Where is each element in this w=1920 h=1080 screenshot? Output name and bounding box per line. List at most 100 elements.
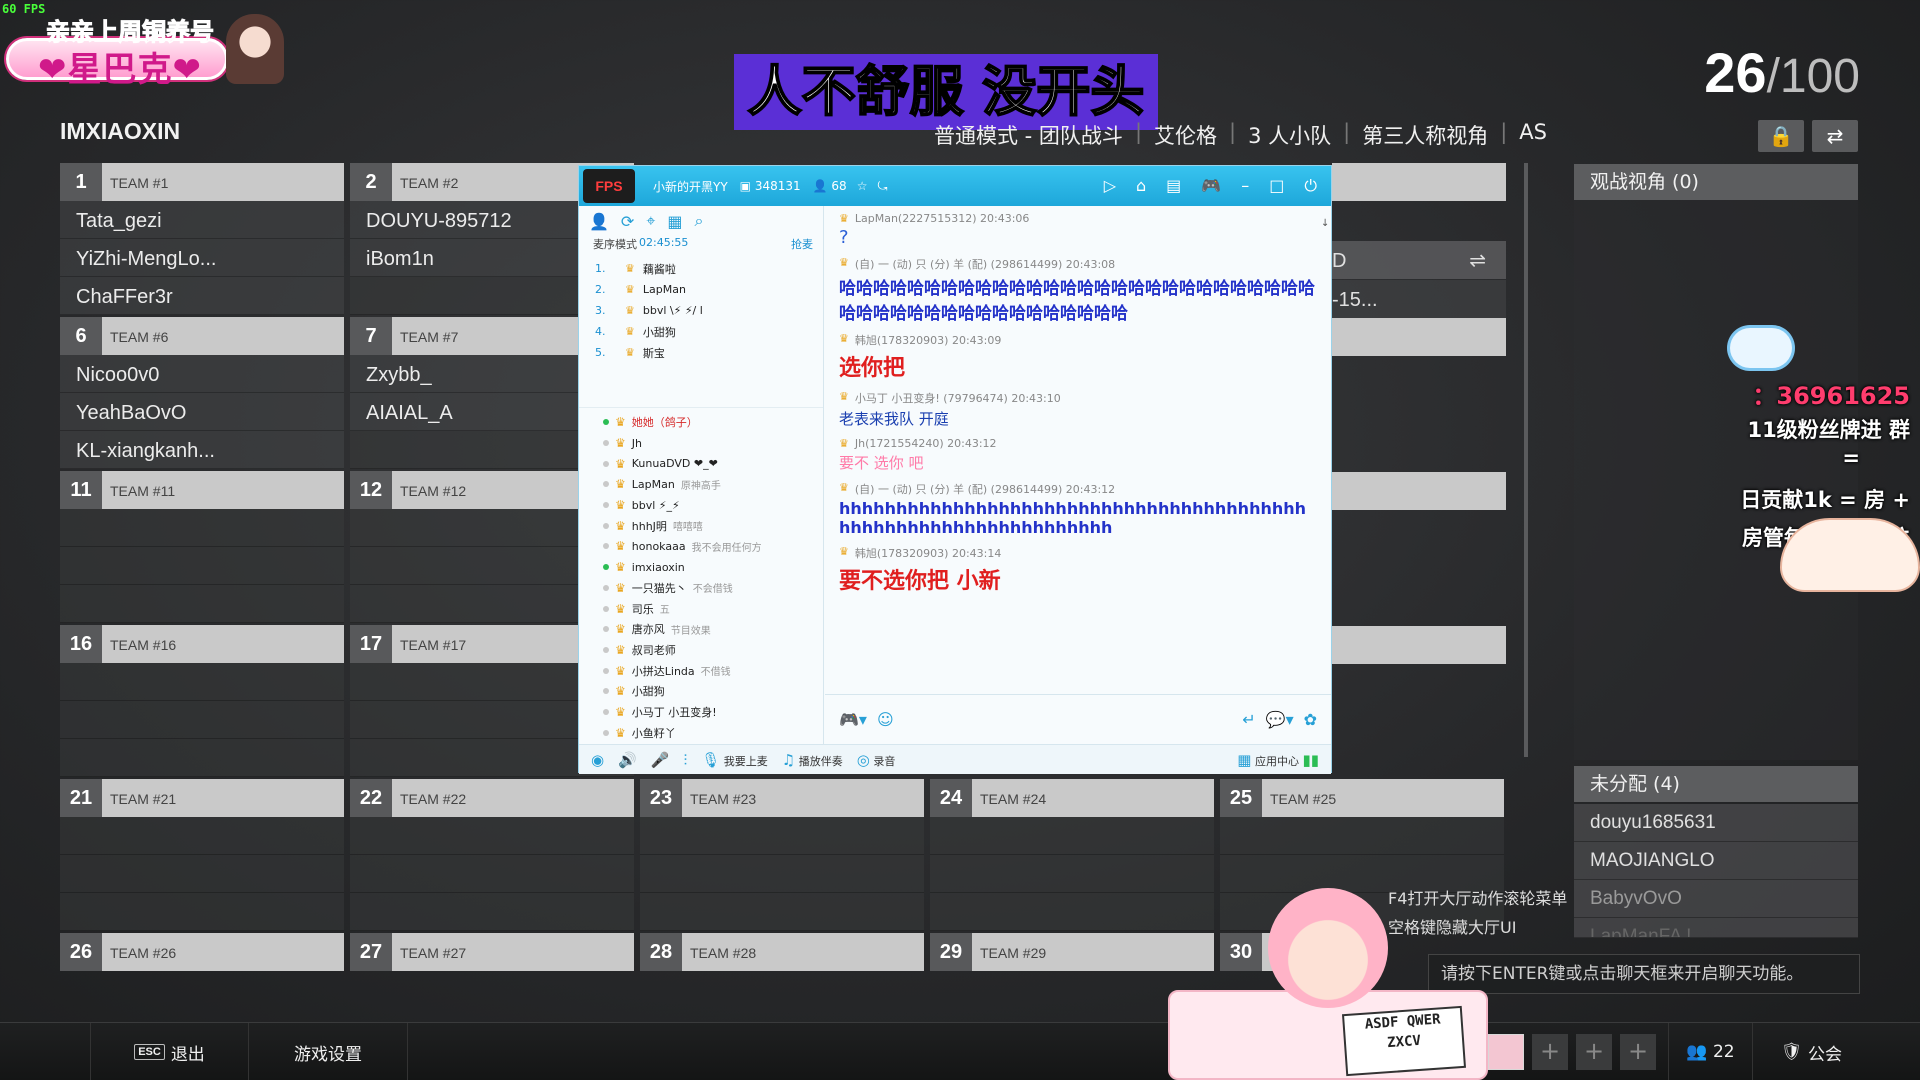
member-item[interactable]: ♛ 小甜狗 [579, 681, 823, 702]
maximize-icon[interactable]: □ [1269, 176, 1284, 196]
unassigned-player[interactable]: BabyvOvO [1574, 880, 1858, 918]
spectator-header[interactable]: 观战视角 (0) [1574, 164, 1858, 200]
lobby-chat-input[interactable]: 请按下ENTER键或点击聊天框来开启聊天功能。 [1428, 954, 1860, 994]
effects-icon[interactable]: ☺ [877, 710, 894, 729]
mic-icon[interactable]: 🎤 [651, 751, 670, 769]
gamepad-icon[interactable]: 🎮 [1201, 176, 1221, 196]
location-icon[interactable]: ⌖ [646, 211, 655, 231]
invite-slot[interactable]: + [1532, 1034, 1568, 1070]
member-item[interactable]: ♛ 她她（鸽子） [579, 412, 823, 433]
join-mic-button[interactable]: 🎙 我要上麦 [701, 751, 768, 769]
member-item[interactable]: ♛ 小拼达Linda 不借钱 [579, 660, 823, 681]
member-item[interactable]: ♛ honokaaa 我不会用任何方 [579, 536, 823, 557]
empty-player-slot[interactable] [60, 547, 344, 585]
mic-queue-item[interactable]: 3. ♛ bbvl \⚡ ⚡/ l [579, 300, 823, 321]
status-dot [603, 626, 609, 633]
crown-icon: ♛ [615, 477, 626, 492]
grid-scrollbar[interactable] [1524, 163, 1528, 757]
avatar-icon[interactable]: ◉ [591, 751, 604, 769]
board-icon[interactable]: ▤ [1166, 176, 1181, 196]
unassigned-player[interactable]: MAOJIANGLO [1574, 842, 1858, 880]
empty-player-slot[interactable] [640, 893, 924, 931]
crown-icon: ♛ [615, 663, 626, 678]
empty-player-slot[interactable] [1220, 817, 1504, 855]
clan-button[interactable]: 🛡 公会 [1752, 1023, 1870, 1080]
scroll-down-icon[interactable]: ↓ [1321, 218, 1329, 229]
flower-icon[interactable]: ✿ [1304, 710, 1317, 729]
speaker-icon[interactable]: 🔊 [618, 751, 637, 769]
queue-position: 5. [595, 346, 606, 359]
swap-button[interactable]: ⇄ [1812, 120, 1858, 152]
empty-player-slot[interactable] [60, 855, 344, 893]
team-player-slot[interactable]: YiZhi-MengLo... [60, 239, 344, 277]
empty-player-slot[interactable] [60, 701, 344, 739]
empty-player-slot[interactable] [60, 585, 344, 623]
user-icon[interactable]: 👤 [589, 212, 609, 231]
record-button[interactable]: ◎ 录音 [857, 751, 896, 769]
notes-icon[interactable]: ▦ [667, 212, 682, 231]
empty-player-slot[interactable] [60, 663, 344, 701]
star-icon[interactable]: ☆ [857, 179, 868, 193]
emoji-icon[interactable]: 💬▾ [1266, 710, 1294, 729]
empty-player-slot[interactable] [640, 855, 924, 893]
member-item[interactable]: ♛ 一只猫先丶 不会借钱 [579, 578, 823, 599]
team-5-slot-2[interactable]: -15... [1332, 280, 1506, 318]
invite-slot[interactable]: + [1620, 1034, 1656, 1070]
yy-titlebar[interactable]: FPS 小新的开黑YY ▣ 348131 👤 68 ☆ ⤿ ▷ ⌂ ▤ 🎮 – … [579, 166, 1331, 206]
app-center-button[interactable]: ▦ 应用中心 ▮▮ [1237, 751, 1319, 769]
video-icon[interactable]: ▷ [1104, 176, 1116, 196]
play-music-button[interactable]: ♫ 播放伴奏 [782, 751, 843, 769]
exit-button[interactable]: ESC 退出 [90, 1023, 248, 1080]
team-player-slot[interactable]: YeahBaOvO [60, 393, 344, 431]
member-item[interactable]: ♛ imxiaoxin [579, 557, 823, 578]
team-player-slot[interactable]: ChaFFer3r [60, 277, 344, 315]
mic-queue-item[interactable]: 2. ♛ LapMan [579, 279, 823, 300]
member-item[interactable]: ♛ LapMan 原神高手 [579, 474, 823, 495]
member-item[interactable]: ♛ Jh [579, 433, 823, 454]
home-icon[interactable]: ⌂ [1136, 176, 1146, 196]
empty-player-slot[interactable] [350, 817, 634, 855]
member-item[interactable]: ♛ 司乐五 [579, 598, 823, 619]
member-item[interactable]: ♛ 叔司老师 [579, 640, 823, 661]
mic-queue-item[interactable]: 4. ♛ 小甜狗 [579, 321, 823, 342]
member-item[interactable]: ♛ hhhJ明 嘻嘻嘻 [579, 515, 823, 536]
mixer-icon[interactable]: ⫶ [683, 751, 687, 769]
share-icon[interactable]: ⤿ [877, 179, 887, 194]
refresh-icon[interactable]: ⟳ [621, 212, 634, 231]
team-5-head [1332, 163, 1506, 201]
member-item[interactable]: ♛ 小鱼籽丫 [579, 722, 823, 743]
game-settings-button[interactable]: 游戏设置 [248, 1023, 408, 1080]
power-icon[interactable]: ⏻ [1304, 176, 1317, 196]
gamepad-icon[interactable]: 🎮▾ [839, 710, 867, 729]
member-item[interactable]: ♛ bbvl ⚡_⚡ [579, 495, 823, 516]
team-5-slot-1[interactable]: D ⇌ [1332, 241, 1506, 279]
unassigned-player[interactable]: LapManFA ! [1574, 918, 1858, 938]
search-icon[interactable]: ⌕ [694, 211, 703, 231]
mic-queue-item[interactable]: 5. ♛ 斯宝 [579, 342, 823, 363]
minimize-icon[interactable]: – [1241, 176, 1249, 196]
member-item[interactable]: ♛ 小马丁 小丑变身! [579, 702, 823, 723]
empty-player-slot[interactable] [60, 509, 344, 547]
member-item[interactable]: ♛ KunuaDVD ❤_❤ [579, 453, 823, 474]
empty-player-slot[interactable] [60, 893, 344, 931]
lock-button[interactable]: 🔒 [1758, 120, 1804, 152]
squad-slot-avatar[interactable] [1488, 1034, 1524, 1070]
empty-player-slot[interactable] [60, 817, 344, 855]
team-player-slot[interactable]: KL-xiangkanh... [60, 431, 344, 469]
team-player-slot[interactable]: Nicoo0v0 [60, 355, 344, 393]
empty-player-slot[interactable] [350, 855, 634, 893]
empty-player-slot[interactable] [930, 817, 1214, 855]
friends-button[interactable]: 👥 22 [1668, 1023, 1752, 1080]
invite-slot[interactable]: + [1576, 1034, 1612, 1070]
yy-voice-window[interactable]: FPS 小新的开黑YY ▣ 348131 👤 68 ☆ ⤿ ▷ ⌂ ▤ 🎮 – … [578, 165, 1332, 774]
unassigned-player[interactable]: douyu1685631 [1574, 804, 1858, 842]
empty-player-slot[interactable] [640, 817, 924, 855]
mic-queue-item[interactable]: 1. ♛ 藕酱啦 [579, 258, 823, 279]
empty-player-slot[interactable] [350, 893, 634, 931]
team-player-slot[interactable]: Tata_gezi [60, 201, 344, 239]
member-item[interactable]: ♛ 唐亦风 节目效果 [579, 619, 823, 640]
grab-mic-link[interactable]: 抢麦 [791, 236, 813, 252]
enter-icon[interactable]: ↵ [1242, 710, 1255, 729]
empty-player-slot[interactable] [60, 739, 344, 777]
yy-chat-input[interactable]: 🎮▾ ☺ ↵ 💬▾ ✿ [825, 694, 1331, 744]
